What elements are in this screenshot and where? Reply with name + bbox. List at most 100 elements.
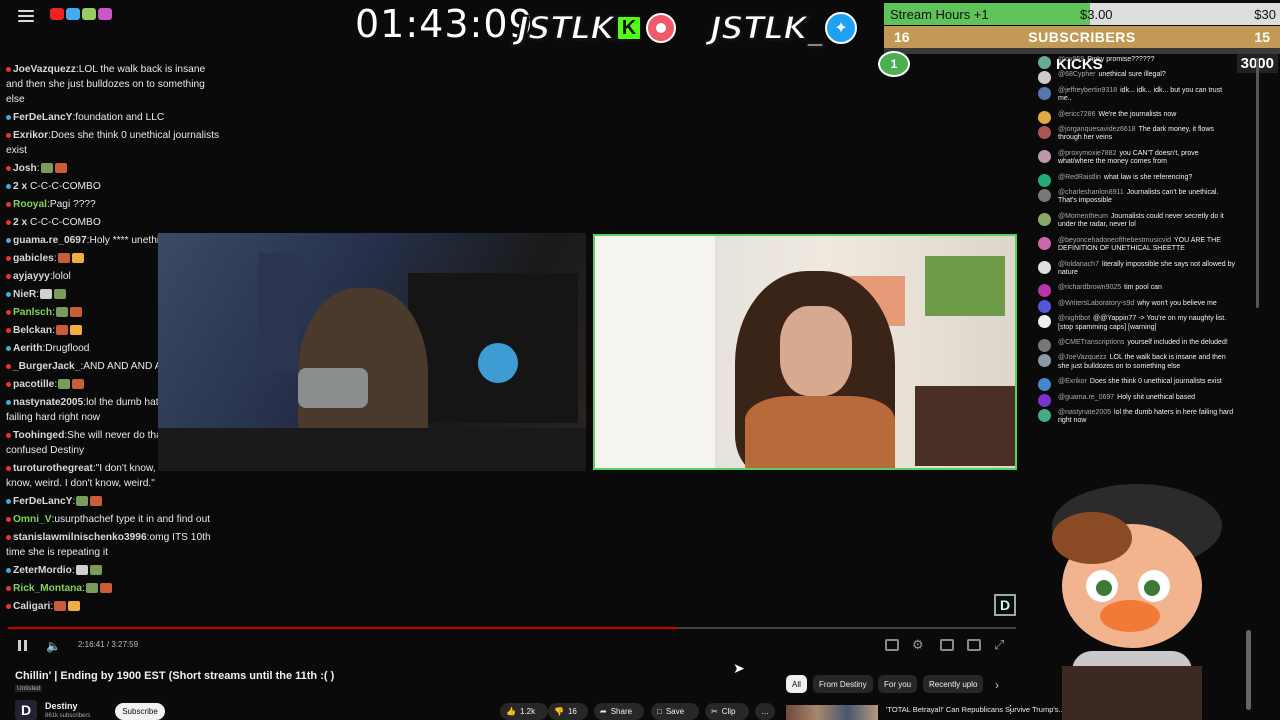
live-chat-username[interactable]: @Exrikor: [1058, 378, 1087, 385]
menu-icon[interactable]: [18, 10, 34, 22]
live-chat-avatar[interactable]: [1038, 173, 1051, 187]
chat-username[interactable]: ZeterMordio: [13, 565, 72, 576]
live-chat-username[interactable]: @charleshanlon8911: [1058, 189, 1124, 196]
chat-username[interactable]: Aerith: [13, 343, 42, 354]
live-chat-username[interactable]: @ov959: [1058, 56, 1084, 63]
save-button[interactable]: □ Save: [651, 703, 699, 720]
live-chat-avatar[interactable]: [1038, 299, 1051, 313]
clip-button[interactable]: ✂ Clip: [705, 703, 749, 720]
chat-badge-icon: [6, 381, 11, 387]
chevron-right-icon[interactable]: ›: [995, 678, 999, 692]
chat-username[interactable]: Josh: [13, 163, 37, 174]
chat-username[interactable]: 2 x: [13, 181, 27, 192]
live-chat-message: @jorganquesavidez6618 The dark money, it …: [1036, 126, 1236, 143]
chat-username[interactable]: NieR: [13, 289, 36, 300]
video-progress-bar[interactable]: [8, 627, 1016, 629]
like-button[interactable]: 👍 1.2k: [500, 703, 548, 720]
recommended-thumbnail[interactable]: [786, 705, 878, 720]
channel-name[interactable]: Destiny: [45, 701, 78, 711]
live-chat-avatar[interactable]: [1038, 212, 1051, 226]
live-chat-username[interactable]: @nightbot: [1058, 315, 1090, 322]
chip-all[interactable]: All: [786, 675, 807, 693]
chat-username[interactable]: guama.re_0697: [13, 235, 87, 246]
live-chat-username[interactable]: @68Cypher: [1058, 71, 1095, 78]
chat-username[interactable]: _BurgerJack_: [13, 361, 80, 372]
chat-text: foundation and LLC: [75, 112, 165, 123]
chat-username[interactable]: Toohinged: [13, 430, 64, 441]
live-chat-avatar[interactable]: [1038, 338, 1051, 352]
live-chat-avatar[interactable]: [1038, 284, 1051, 298]
chat-separator: :: [82, 583, 85, 594]
live-chat-avatar[interactable]: [1038, 315, 1051, 329]
live-chat-username[interactable]: @proxymoxie7882: [1058, 150, 1116, 157]
live-chat-avatar[interactable]: [1038, 378, 1051, 392]
chip-recently-uploaded[interactable]: Recently uplo: [923, 675, 984, 693]
live-chat-username[interactable]: @nastynate2005: [1058, 409, 1111, 416]
chat-username[interactable]: Rooyal: [13, 199, 47, 210]
chat-username[interactable]: Exrikor: [13, 130, 48, 141]
chat-username[interactable]: JoeVazquezz: [13, 64, 76, 75]
live-chat-username[interactable]: @guama.re_0697: [1058, 394, 1114, 401]
live-chat-avatar[interactable]: [1038, 126, 1051, 140]
chat-username[interactable]: FerDeLancY: [13, 496, 72, 507]
live-chat-avatar[interactable]: [1038, 260, 1051, 274]
chat-scrollbar[interactable]: [1246, 630, 1251, 710]
live-chat-username[interactable]: @RedRaistlin: [1058, 174, 1101, 181]
chat-username[interactable]: stanislawmilnischenko3996: [13, 532, 147, 543]
live-chat-avatar[interactable]: [1038, 71, 1051, 85]
live-chat-avatar[interactable]: [1038, 86, 1051, 100]
live-chat-avatar[interactable]: [1038, 354, 1051, 368]
chip-from-destiny[interactable]: From Destiny: [813, 675, 873, 693]
live-chat-username[interactable]: @JoeVazquezz: [1058, 354, 1107, 361]
chat-username[interactable]: Caligari: [13, 601, 50, 612]
chat-username[interactable]: nastynate2005: [13, 397, 83, 408]
live-chat-username[interactable]: @beyoncehadoneofthebestmusicvid: [1058, 237, 1171, 244]
subtitles-icon[interactable]: [885, 639, 899, 651]
volume-icon[interactable]: 🔈: [46, 639, 61, 653]
live-chat-username[interactable]: @loldanach7: [1058, 261, 1099, 268]
channel-avatar[interactable]: D: [15, 700, 37, 720]
settings-gear-icon[interactable]: ⚙: [912, 637, 924, 653]
cast-icon[interactable]: [967, 639, 981, 651]
fullscreen-icon[interactable]: ⤢: [994, 637, 1004, 653]
chat-username[interactable]: 2 x: [13, 217, 27, 228]
live-chat-username[interactable]: @Momentheum: [1058, 213, 1108, 220]
live-chat-avatar[interactable]: [1038, 189, 1051, 203]
live-chat-username[interactable]: @CMETranscriptions: [1058, 339, 1124, 346]
live-chat-username[interactable]: @jorganquesavidez6618: [1058, 126, 1136, 133]
chat-message: stanislawmilnischenko3996:omg ITS 10th t…: [6, 530, 220, 560]
live-chat-username[interactable]: @richardbrown9025: [1058, 284, 1121, 291]
live-chat-avatar[interactable]: [1038, 56, 1051, 69]
chat-username[interactable]: pacotille: [13, 379, 54, 390]
miniplayer-icon[interactable]: [940, 639, 954, 651]
recommended-more-icon[interactable]: ⋮: [1005, 703, 1016, 716]
subscribe-button[interactable]: Subscribe: [115, 703, 165, 720]
chat-username[interactable]: turoturothegreat: [13, 463, 93, 474]
chat-username[interactable]: gabicles: [13, 253, 54, 264]
share-button[interactable]: ➦ Share: [594, 703, 644, 720]
chat-username[interactable]: FerDeLancY: [13, 112, 72, 123]
live-chat-username[interactable]: @WritersLaboratory-s9d: [1058, 300, 1134, 307]
chat-message: ZeterMordio:: [6, 563, 220, 578]
pause-button[interactable]: [18, 640, 28, 652]
chat-username[interactable]: Panlsch: [13, 307, 52, 318]
live-chat-message: @guama.re_0697 Holy shit unethical based: [1036, 393, 1236, 407]
chat-username[interactable]: Omni_V: [13, 514, 52, 525]
live-chat-avatar[interactable]: [1038, 110, 1051, 124]
live-chat-avatar[interactable]: [1038, 408, 1051, 422]
chat-username[interactable]: Belckan: [13, 325, 52, 336]
live-chat-avatar[interactable]: [1038, 393, 1051, 407]
live-chat-username[interactable]: @jeffreybertin9318: [1058, 87, 1117, 94]
chat-scroll-track[interactable]: [1256, 58, 1259, 308]
live-chat-username[interactable]: @ericc7286: [1058, 111, 1095, 118]
more-actions-button[interactable]: …: [755, 703, 775, 720]
live-chat-avatar[interactable]: [1038, 149, 1051, 163]
chat-username[interactable]: Rick_Montana: [13, 583, 82, 594]
dislike-button[interactable]: 👎 16: [548, 703, 588, 720]
channel-watermark-icon[interactable]: D: [994, 594, 1016, 616]
live-chat-text: Does she think 0 unethical journalists e…: [1089, 378, 1222, 386]
live-chat-avatar[interactable]: [1038, 236, 1051, 250]
chip-for-you[interactable]: For you: [878, 675, 918, 693]
chat-username[interactable]: ayjayyy: [13, 271, 50, 282]
live-chat-message: @Exrikor Does she think 0 unethical journ…: [1036, 378, 1236, 392]
